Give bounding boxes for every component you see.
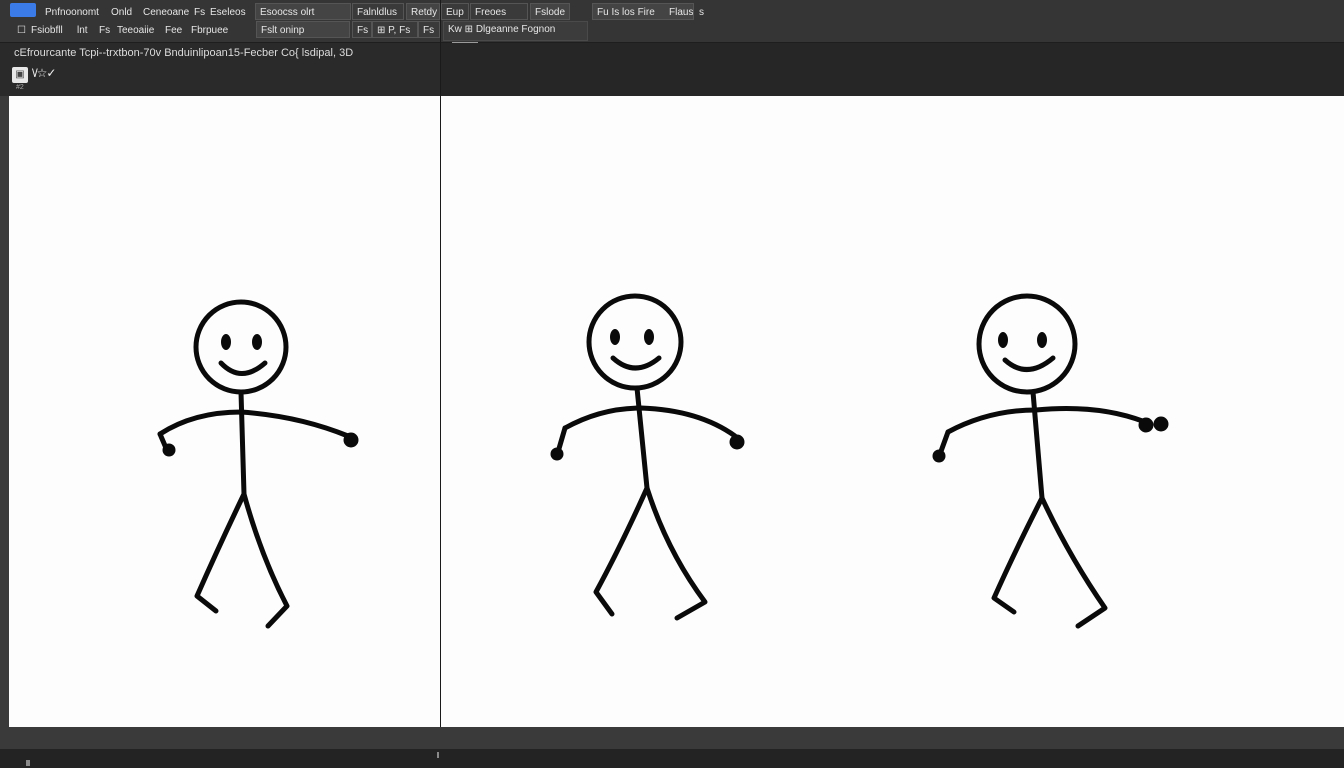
menu-item-11[interactable]: Freoes <box>470 3 528 20</box>
left-hand-dot <box>550 447 564 461</box>
toolbar-item-4[interactable]: Fs <box>94 21 112 38</box>
panel-divider[interactable] <box>440 0 441 768</box>
app-logo[interactable] <box>10 3 36 17</box>
right-leg <box>1039 495 1108 629</box>
menu-item-15[interactable]: s <box>694 3 710 20</box>
tool-label: #2 <box>16 84 24 91</box>
right-hand-dot-2 <box>1153 416 1169 432</box>
stick-figure-1 <box>157 299 359 629</box>
left-eye <box>998 332 1008 348</box>
right-eye <box>1037 332 1047 348</box>
head <box>586 293 684 391</box>
menu-item-5[interactable]: Eseleos <box>205 3 247 20</box>
menu-item-8[interactable]: Falnldlus <box>352 3 404 20</box>
file-path: cEfrourcante Tcpi--trxtbon-70v Bnduinlip… <box>14 47 354 59</box>
right-eye <box>252 334 262 350</box>
toolbar-item-10[interactable]: ⊞ P, Fs <box>372 21 418 38</box>
status-marker <box>26 760 30 766</box>
canvas-svg <box>157 293 1169 629</box>
right-hand-dot <box>343 432 359 448</box>
right-eye <box>644 329 654 345</box>
menu-item-12[interactable]: Fslode <box>530 3 570 20</box>
left-leg <box>991 495 1045 615</box>
head <box>976 293 1078 395</box>
tool-icons[interactable]: \/☆✓ <box>32 66 57 80</box>
timeline-bar[interactable] <box>0 727 1344 749</box>
status-bar <box>0 749 1344 768</box>
left-leg <box>593 485 650 617</box>
right-hand-dot-1 <box>1138 417 1154 433</box>
left-leg <box>194 491 247 614</box>
toolbar-item-8[interactable]: Fslt oninp <box>256 21 350 38</box>
arms <box>945 406 1148 435</box>
torso <box>634 385 650 491</box>
toolbar-item-2[interactable]: Fsiobfll <box>26 21 74 38</box>
menu-item-6[interactable]: Esoocss olrt <box>255 3 351 20</box>
left-rail <box>0 96 9 728</box>
image-icon[interactable]: ▣ <box>12 67 28 83</box>
smile <box>1002 355 1056 372</box>
menu-item-14[interactable]: Flaus <box>664 3 694 20</box>
toolbar-item-6[interactable]: Fee <box>160 21 186 38</box>
menu-item-9[interactable]: Retdy <box>406 3 440 20</box>
stick-figure-2 <box>550 293 745 621</box>
right-leg <box>241 491 290 629</box>
smile <box>610 355 662 371</box>
arms <box>157 409 351 439</box>
right-panel-header <box>441 43 1344 96</box>
head <box>193 299 289 395</box>
menu-item-10[interactable]: Eup <box>441 3 469 20</box>
toolbar-item-3[interactable]: lnt <box>72 21 94 38</box>
left-eye <box>610 329 620 345</box>
smile <box>218 360 268 376</box>
right-hand-dot <box>729 434 745 450</box>
drawing-canvas[interactable] <box>9 96 1344 727</box>
right-leg <box>644 485 708 621</box>
left-hand-dot <box>162 443 176 457</box>
torso <box>238 389 247 497</box>
menu-item-3[interactable]: Ceneoane <box>138 3 190 20</box>
app-window: Pnfnoonomt Onld Ceneoane Fs Eseleos Esoo… <box>0 0 1344 768</box>
toolbar-item-5[interactable]: Teeoaiie <box>112 21 162 38</box>
left-hand-dot <box>932 449 946 463</box>
sub-toolbar[interactable]: Kw ⊞ Dlgeanne Fognon <box>443 21 588 41</box>
toolbar-item-7[interactable]: Fbrpuee <box>186 21 238 38</box>
toolbar-item-9[interactable]: Fs <box>352 21 372 38</box>
menu-item-1[interactable]: Pnfnoonomt <box>40 3 104 20</box>
left-eye <box>221 334 231 350</box>
menu-item-2[interactable]: Onld <box>106 3 140 20</box>
status-tick <box>437 752 439 758</box>
toolbar-item-11[interactable]: Fs <box>418 21 440 38</box>
menu-bar: Pnfnoonomt Onld Ceneoane Fs Eseleos Esoo… <box>0 0 1344 44</box>
arms <box>562 405 738 439</box>
stick-figure-3 <box>932 293 1169 629</box>
